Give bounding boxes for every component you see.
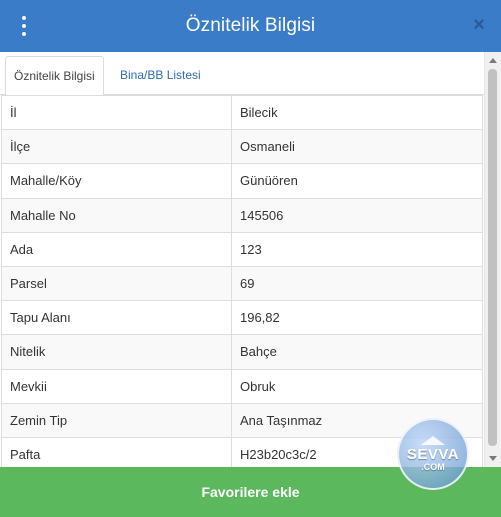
sevva-watermark-logo: SEVVA .COM	[397, 418, 469, 490]
attribute-key: Ada	[1, 231, 232, 267]
close-icon[interactable]: ×	[471, 15, 487, 35]
attribute-value: Bilecik	[231, 95, 483, 131]
attribute-value: Osmaneli	[231, 129, 483, 165]
attribute-key: Pafta	[1, 436, 232, 467]
table-row: Nitelik Bahçe	[1, 334, 483, 370]
watermark-sub-text: .COM	[421, 461, 445, 472]
window-titlebar: Öznitelik Bilgisi ×	[0, 0, 501, 52]
attribute-key: Tapu Alanı	[1, 300, 232, 336]
attribute-key: Parsel	[1, 265, 232, 302]
window-title: Öznitelik Bilgisi	[185, 15, 316, 36]
table-row: Parsel 69	[1, 265, 483, 302]
attribute-key: Mahalle No	[1, 197, 232, 233]
scrollbar-thumb[interactable]	[488, 69, 497, 446]
table-row: Mahalle/Köy Günüören	[1, 163, 483, 199]
attribute-key: İlçe	[1, 129, 232, 165]
attribute-table: İl Bilecik İlçe Osmaneli Mahalle/Köy Gün…	[1, 95, 483, 467]
attribute-value: 196,82	[231, 300, 483, 336]
watermark-main-text: SEVVA	[406, 445, 460, 463]
table-row: Mevkii Obruk	[1, 368, 483, 404]
attribute-value: 145506	[231, 197, 483, 233]
attribute-value: Bahçe	[231, 334, 483, 370]
table-row: Mahalle No 145506	[1, 197, 483, 233]
attribute-key: Nitelik	[1, 334, 232, 370]
table-row: İlçe Osmaneli	[1, 129, 483, 165]
tab-building-list[interactable]: Bina/BB Listesi	[112, 56, 209, 96]
scroll-up-arrow-icon[interactable]	[489, 58, 497, 63]
attribute-table-container: İl Bilecik İlçe Osmaneli Mahalle/Köy Gün…	[0, 95, 484, 467]
attribute-value: Obruk	[231, 368, 483, 404]
tab-attribute-info[interactable]: Öznitelik Bilgisi	[5, 56, 104, 96]
table-row: Ada 123	[1, 231, 483, 267]
attribute-key: İl	[1, 95, 232, 131]
attribute-value: 69	[231, 265, 483, 302]
attribute-value: 123	[231, 231, 483, 267]
attribute-key: Mevkii	[1, 368, 232, 404]
attribute-value: Günüören	[231, 163, 483, 199]
table-row: Tapu Alanı 196,82	[1, 300, 483, 336]
attribute-key: Zemin Tip	[1, 402, 232, 438]
scroll-down-arrow-icon[interactable]	[489, 456, 497, 461]
vertical-scrollbar[interactable]	[484, 52, 501, 467]
tab-bar: Öznitelik Bilgisi Bina/BB Listesi	[0, 52, 484, 96]
table-row: İl Bilecik	[1, 95, 483, 131]
attribute-key: Mahalle/Köy	[1, 163, 232, 199]
house-icon	[421, 435, 445, 445]
